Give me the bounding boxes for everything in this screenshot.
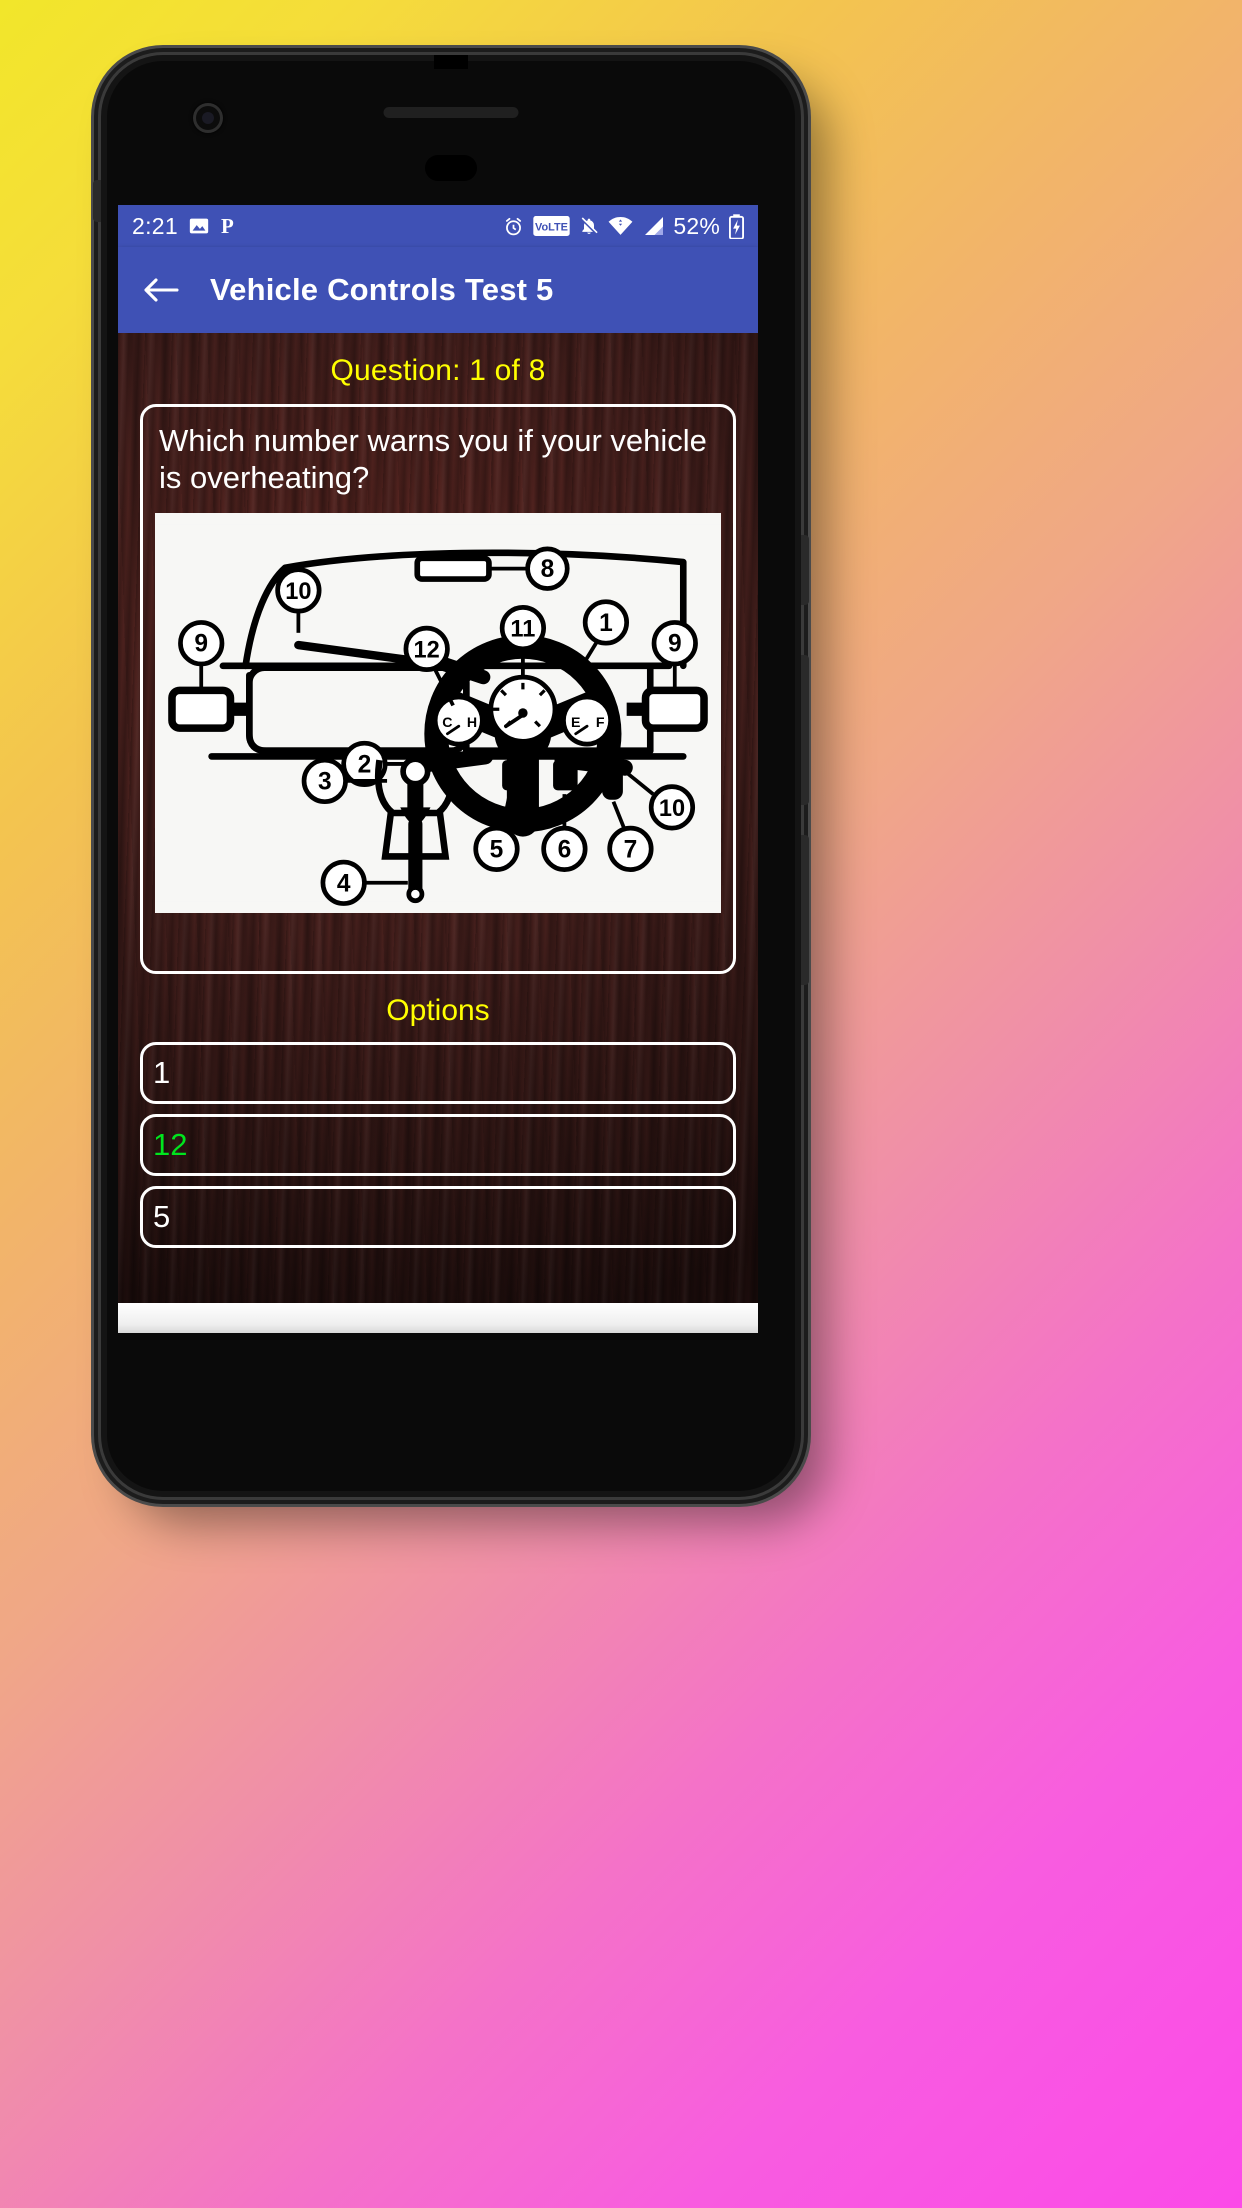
earpiece-speaker [383,107,519,118]
svg-text:9: 9 [668,630,682,657]
app-bar: Vehicle Controls Test 5 [118,247,758,333]
option-row-3[interactable]: 5 [140,1185,736,1248]
svg-text:10: 10 [285,578,311,604]
option-row-1[interactable]: 1 [140,1041,736,1104]
back-arrow-icon[interactable] [138,267,184,313]
svg-text:F: F [596,714,605,730]
power-button[interactable] [801,535,809,605]
volume-up-button[interactable] [801,655,809,805]
svg-text:1: 1 [599,610,613,637]
car-dashboard-controls-diagram: 8 10 9 9 C H E F 11 12 1 2 10 3 4 5 6 7 [155,512,721,913]
bell-muted-icon [579,216,599,237]
svg-text:2: 2 [358,751,372,778]
cellular-signal-icon [642,216,664,236]
image-icon [188,215,210,237]
svg-text:7: 7 [624,836,638,863]
svg-text:P: P [221,215,234,238]
wifi-icon [608,216,633,236]
question-text: Which number warns you if your vehicle i… [159,423,707,495]
phone-screen: 2:21 P VoLTE 52% Vehicle Controls Test 5… [118,205,758,1333]
page-title: Vehicle Controls Test 5 [210,272,554,307]
battery-charging-icon [729,213,744,239]
svg-text:11: 11 [510,615,535,641]
front-camera-icon [193,103,223,133]
question-card-spacer [155,913,721,955]
svg-text:4: 4 [337,870,351,897]
top-antenna-band [434,55,468,69]
proximity-sensor [425,155,477,181]
svg-text:3: 3 [318,768,332,795]
status-bar: 2:21 P VoLTE 52% [118,205,758,247]
option-label-2: 12 [153,1127,188,1163]
svg-text:10: 10 [659,795,685,821]
volte-icon: VoLTE [533,216,571,236]
svg-text:5: 5 [490,836,504,863]
svg-text:E: E [571,714,580,730]
battery-percent-label: 52% [673,212,720,239]
quiz-content: Question: 1 of 8 Which number warns you … [118,333,758,1333]
option-row-2[interactable]: 12 [140,1113,736,1176]
svg-text:9: 9 [194,630,208,657]
question-card: Which number warns you if your vehicle i… [140,404,736,974]
status-time: 2:21 [132,212,178,239]
svg-text:12: 12 [414,636,440,662]
alarm-clock-icon [503,216,524,237]
options-heading: Options [386,993,490,1027]
svg-text:H: H [467,714,477,730]
question-counter: Question: 1 of 8 [330,354,546,387]
volte-label: VoLTE [535,222,568,234]
option-label-3: 5 [153,1199,171,1235]
status-bar-left: 2:21 P [132,213,239,240]
pinterest-p-icon: P [220,215,239,238]
option-label-1: 1 [153,1055,171,1091]
status-bar-right: VoLTE 52% [503,213,744,240]
side-accent-button [93,180,101,222]
volume-down-button[interactable] [801,835,809,985]
phone-device-frame: 2:21 P VoLTE 52% Vehicle Controls Test 5… [93,55,809,1497]
svg-text:C: C [442,714,452,730]
system-navigation-bar[interactable] [118,1303,758,1333]
svg-text:6: 6 [558,836,572,863]
svg-text:8: 8 [541,556,555,583]
